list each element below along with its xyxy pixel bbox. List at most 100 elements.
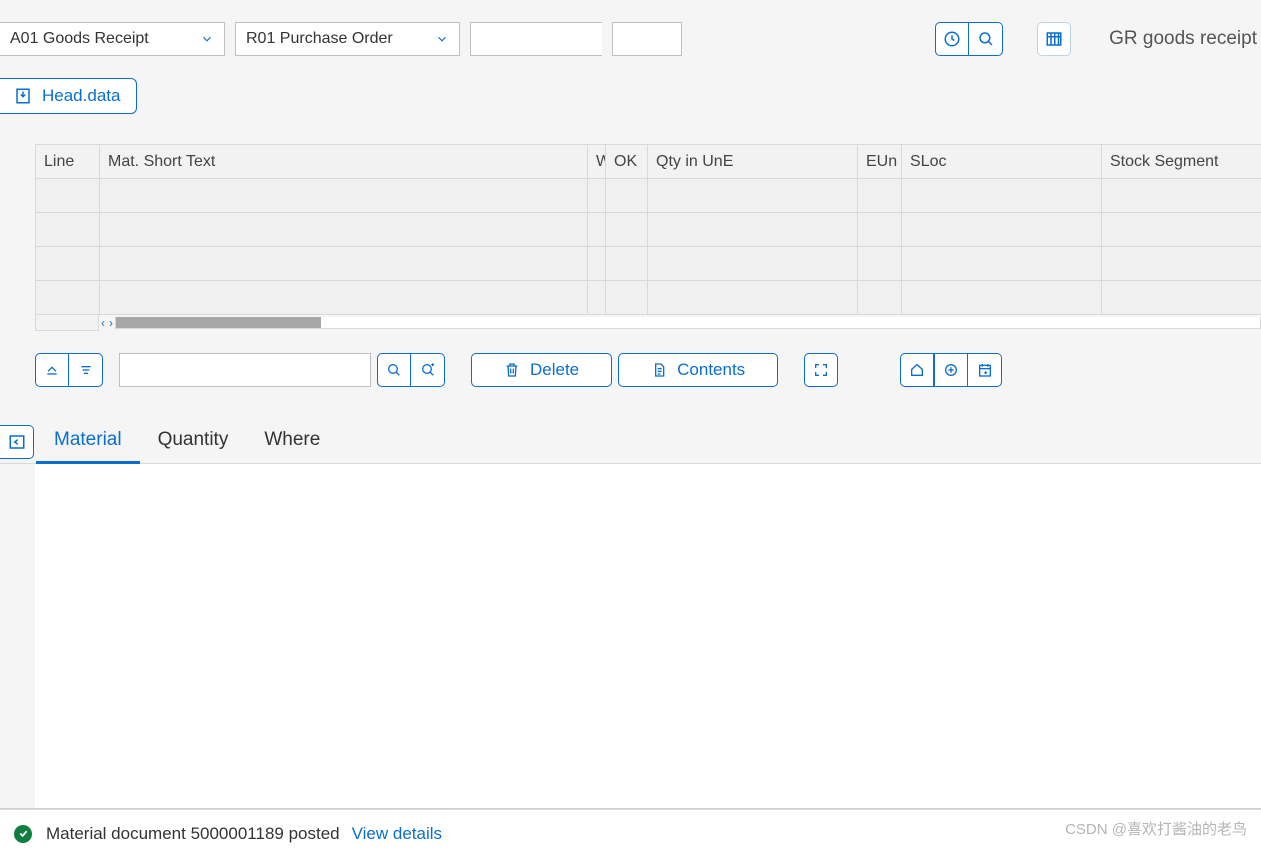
- table-cell[interactable]: [36, 179, 100, 213]
- plus-circle-icon: [943, 362, 959, 378]
- home-button[interactable]: [900, 353, 934, 387]
- col-header-mat[interactable]: Mat. Short Text: [100, 145, 588, 179]
- table-cell[interactable]: [858, 179, 902, 213]
- history-button[interactable]: [935, 22, 969, 56]
- table-cell[interactable]: [648, 179, 858, 213]
- trash-icon: [504, 362, 520, 378]
- tab-content: [35, 464, 1261, 808]
- view-details-link[interactable]: View details: [352, 824, 442, 844]
- calendar-add-button[interactable]: [968, 353, 1002, 387]
- table-cell[interactable]: [100, 213, 588, 247]
- table-cell[interactable]: [1102, 213, 1261, 247]
- table-cell[interactable]: [902, 179, 1102, 213]
- table-cell[interactable]: [1102, 281, 1261, 315]
- table-cell[interactable]: [36, 213, 100, 247]
- table-cell[interactable]: [588, 213, 606, 247]
- col-header-seg[interactable]: Stock Segment: [1102, 145, 1261, 179]
- col-header-qty[interactable]: Qty in UnE: [648, 145, 858, 179]
- table-cell[interactable]: [588, 281, 606, 315]
- table-cell[interactable]: [606, 281, 648, 315]
- find-button[interactable]: [377, 353, 411, 387]
- table-cell[interactable]: [648, 213, 858, 247]
- table-cell[interactable]: [648, 247, 858, 281]
- table-cell[interactable]: [100, 247, 588, 281]
- contents-label: Contents: [677, 360, 745, 380]
- table-cell[interactable]: [902, 213, 1102, 247]
- scroll-track[interactable]: [115, 317, 1261, 329]
- transaction-type-value: A01 Goods Receipt: [10, 30, 149, 48]
- col-header-sloc[interactable]: SLoc: [902, 145, 1102, 179]
- table-horizontal-scroll: ‹ ›: [35, 315, 1261, 331]
- layout-settings-button[interactable]: [1037, 22, 1071, 56]
- col-header-ok[interactable]: OK: [606, 145, 648, 179]
- table-cell[interactable]: [588, 179, 606, 213]
- table-cell[interactable]: [100, 179, 588, 213]
- search-plus-icon: [420, 362, 436, 378]
- table-row[interactable]: [36, 179, 1261, 213]
- table-cell[interactable]: [902, 247, 1102, 281]
- search-icon: [386, 362, 402, 378]
- page-title: GR goods receipt: [1109, 28, 1257, 50]
- table-cell[interactable]: [606, 179, 648, 213]
- collapse-all-button[interactable]: [35, 353, 69, 387]
- table-cell[interactable]: [100, 281, 588, 315]
- col-header-eun[interactable]: EUn: [858, 145, 902, 179]
- document-year-input[interactable]: [612, 22, 682, 56]
- table-cell[interactable]: [588, 247, 606, 281]
- table-cell[interactable]: [36, 247, 100, 281]
- head-data-button[interactable]: Head.data: [0, 78, 137, 114]
- table-cell[interactable]: [1102, 179, 1261, 213]
- fullscreen-button[interactable]: [804, 353, 838, 387]
- find-next-button[interactable]: [411, 353, 445, 387]
- status-bar: Material document 5000001189 posted View…: [0, 809, 1261, 857]
- filter-button[interactable]: [69, 353, 103, 387]
- chevron-down-icon: [435, 32, 449, 46]
- delete-label: Delete: [530, 360, 579, 380]
- home-icon: [909, 362, 925, 378]
- success-icon: [14, 825, 32, 843]
- top-toolbar: A01 Goods Receipt R01 Purchase Order: [0, 0, 1261, 78]
- scroll-right-icon[interactable]: ›: [109, 316, 113, 330]
- table-row[interactable]: [36, 281, 1261, 315]
- table-cell[interactable]: [858, 281, 902, 315]
- delete-button[interactable]: Delete: [471, 353, 612, 387]
- col-header-line[interactable]: Line: [36, 145, 100, 179]
- table-settings-icon: [1045, 30, 1063, 48]
- tab-where[interactable]: Where: [246, 421, 338, 463]
- detail-tabs: MaterialQuantityWhere: [0, 421, 1261, 464]
- scroll-left-icon[interactable]: ‹: [101, 316, 105, 330]
- scroll-thumb[interactable]: [116, 317, 321, 328]
- items-table: Line Mat. Short Text W OK Qty in UnE EUn…: [35, 144, 1261, 315]
- table-row[interactable]: [36, 213, 1261, 247]
- search-button[interactable]: [969, 22, 1003, 56]
- item-search-input[interactable]: [119, 353, 371, 387]
- tab-quantity[interactable]: Quantity: [140, 421, 247, 463]
- filter-icon: [78, 362, 94, 378]
- table-cell[interactable]: [902, 281, 1102, 315]
- calendar-icon: [977, 362, 993, 378]
- tab-material[interactable]: Material: [36, 421, 140, 464]
- table-cell[interactable]: [1102, 247, 1261, 281]
- items-table-wrap: Line Mat. Short Text W OK Qty in UnE EUn…: [35, 144, 1261, 315]
- document-number-input[interactable]: [470, 22, 602, 56]
- table-cell[interactable]: [648, 281, 858, 315]
- chevron-down-icon: [200, 32, 214, 46]
- contents-button[interactable]: Contents: [618, 353, 778, 387]
- toggle-detail-button[interactable]: [0, 425, 34, 459]
- reference-doc-value: R01 Purchase Order: [246, 30, 393, 48]
- table-cell[interactable]: [606, 213, 648, 247]
- table-cell[interactable]: [858, 247, 902, 281]
- table-cell[interactable]: [606, 247, 648, 281]
- table-cell[interactable]: [36, 281, 100, 315]
- table-cell[interactable]: [858, 213, 902, 247]
- add-button[interactable]: [934, 353, 968, 387]
- expand-icon: [813, 362, 829, 378]
- reference-doc-dropdown[interactable]: R01 Purchase Order: [235, 22, 460, 56]
- table-row[interactable]: [36, 247, 1261, 281]
- item-action-toolbar: Delete Contents: [0, 331, 1261, 409]
- transaction-type-dropdown[interactable]: A01 Goods Receipt: [0, 22, 225, 56]
- search-icon: [977, 30, 995, 48]
- document-icon: [651, 362, 667, 378]
- col-header-w[interactable]: W: [588, 145, 606, 179]
- table-header-row: Line Mat. Short Text W OK Qty in UnE EUn…: [36, 145, 1261, 179]
